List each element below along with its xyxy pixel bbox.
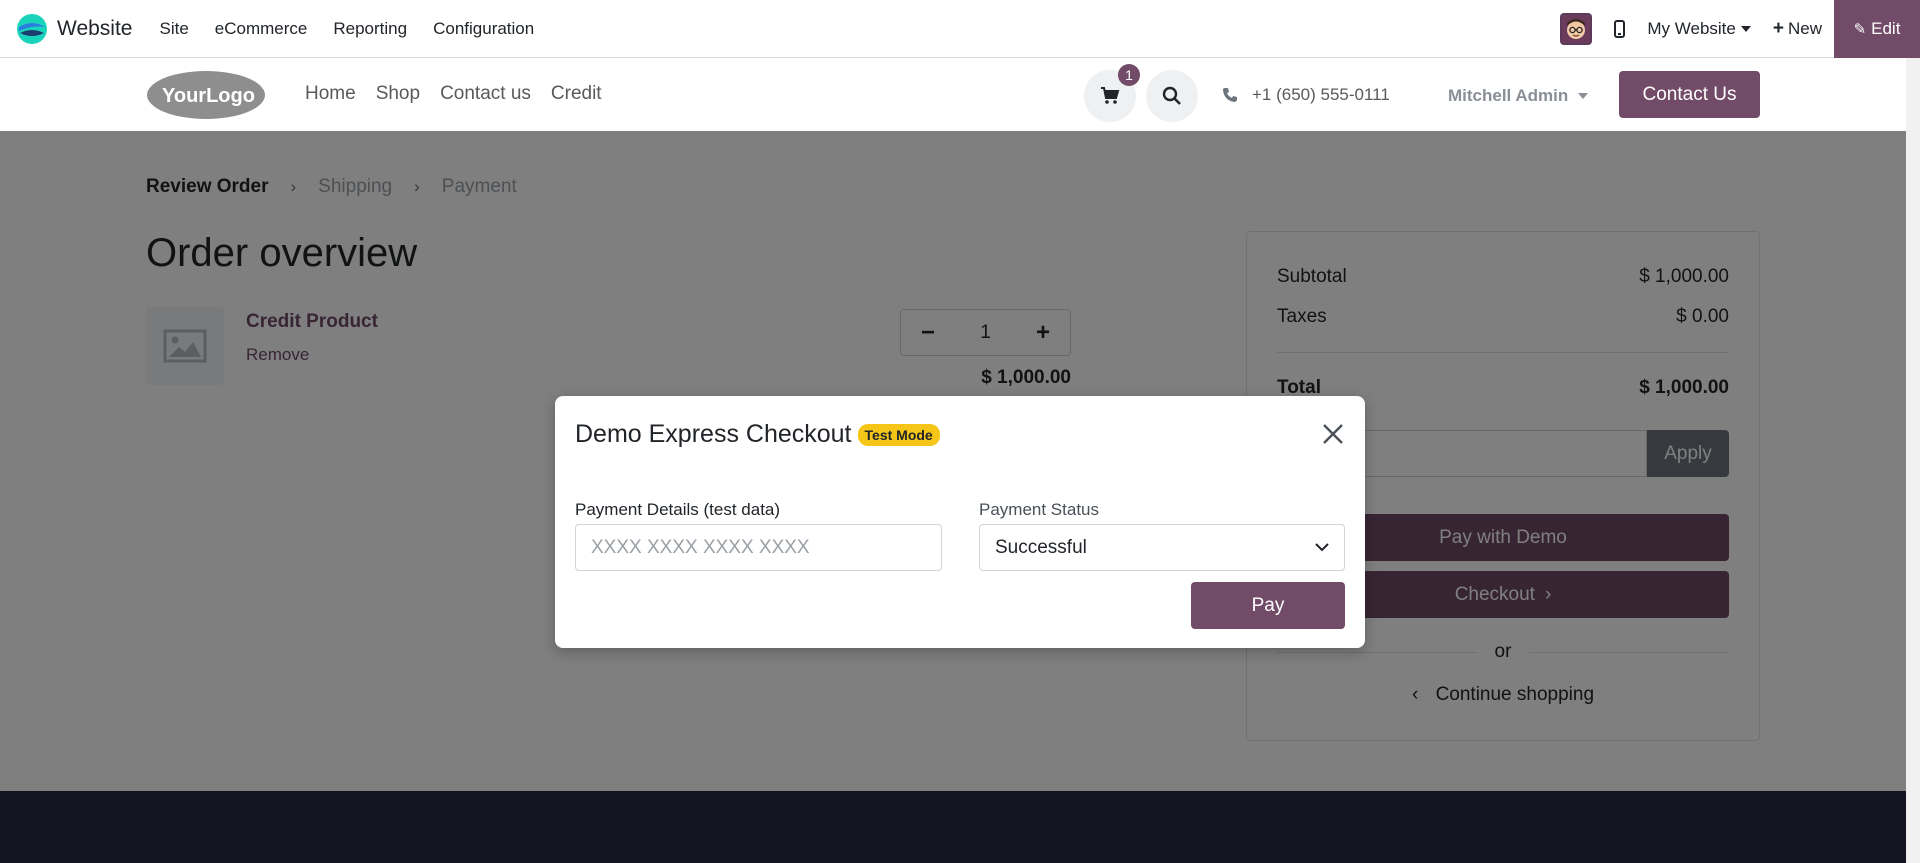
website-header: YourLogo Home Shop Contact us Credit 1 +… xyxy=(0,58,1906,131)
phone-icon xyxy=(1223,88,1237,102)
phone-number: +1 (650) 555-0111 xyxy=(1252,85,1390,104)
nav-credit[interactable]: Credit xyxy=(551,83,602,105)
payment-status-select[interactable]: Successful xyxy=(979,524,1345,571)
nav-shop[interactable]: Shop xyxy=(376,83,420,105)
new-button[interactable]: + New xyxy=(1773,18,1822,40)
payment-details-label: Payment Details (test data) xyxy=(575,500,781,519)
user-menu[interactable]: Mitchell Admin xyxy=(1448,86,1589,106)
chevron-down-icon xyxy=(1740,26,1751,32)
test-mode-badge: Test Mode xyxy=(857,423,940,446)
contact-us-button[interactable]: Contact Us xyxy=(1619,71,1760,118)
website-footer xyxy=(0,791,1906,863)
website-switcher-label: My Website xyxy=(1647,19,1736,38)
payment-details-input[interactable]: XXXX XXXX XXXX XXXX xyxy=(575,524,942,571)
payment-status-label: Payment Status xyxy=(979,500,1100,519)
demo-express-checkout-dialog: Demo Express Checkout Test Mode Payment … xyxy=(555,396,1365,648)
new-button-label: New xyxy=(1787,19,1822,38)
pay-button[interactable]: Pay xyxy=(1191,582,1345,629)
nav-home[interactable]: Home xyxy=(305,83,356,105)
cart-count-badge: 1 xyxy=(1118,64,1140,86)
your-logo[interactable]: YourLogo xyxy=(146,70,266,120)
user-avatar[interactable] xyxy=(1560,13,1593,45)
mobile-preview-icon[interactable] xyxy=(1614,20,1626,38)
search-icon xyxy=(1162,86,1181,105)
admin-navbar: Website Site eCommerce Reporting Configu… xyxy=(0,0,1920,58)
page-scrollbar[interactable] xyxy=(1906,58,1920,863)
search-button[interactable] xyxy=(1146,70,1198,122)
user-name: Mitchell Admin xyxy=(1448,86,1569,105)
menu-item-ecommerce[interactable]: eCommerce xyxy=(215,19,308,39)
menu-item-configuration[interactable]: Configuration xyxy=(433,19,534,39)
dialog-title-text: Demo Express Checkout xyxy=(575,420,852,448)
app-brand[interactable]: Website xyxy=(16,13,132,45)
app-name: Website xyxy=(57,16,133,40)
nav-contact-us[interactable]: Contact us xyxy=(440,83,531,105)
website-switcher[interactable]: My Website xyxy=(1647,19,1751,39)
chevron-down-icon xyxy=(1578,93,1589,99)
dialog-title: Demo Express Checkout Test Mode xyxy=(575,420,940,449)
payment-status-value: Successful xyxy=(995,536,1087,558)
phone-contact[interactable]: +1 (650) 555-0111 xyxy=(1222,85,1390,105)
main-nav: Home Shop Contact us Credit xyxy=(305,83,622,105)
avatar-face-icon xyxy=(1562,15,1591,43)
pencil-icon: ✎ xyxy=(1853,21,1867,38)
website-app-icon xyxy=(17,13,47,44)
admin-menu: Site eCommerce Reporting Configuration xyxy=(146,19,547,39)
admin-right-controls: My Website + New ✎ Edit xyxy=(1560,0,1920,58)
svg-text:YourLogo: YourLogo xyxy=(162,85,255,107)
close-icon[interactable] xyxy=(1321,422,1345,446)
edit-button[interactable]: ✎ Edit xyxy=(1834,0,1920,58)
menu-item-site[interactable]: Site xyxy=(159,19,188,39)
menu-item-reporting[interactable]: Reporting xyxy=(333,19,407,39)
edit-button-label: Edit xyxy=(1871,19,1901,38)
chevron-down-icon xyxy=(1315,543,1329,552)
plus-icon: + xyxy=(1772,18,1784,39)
cart-icon xyxy=(1101,87,1120,104)
